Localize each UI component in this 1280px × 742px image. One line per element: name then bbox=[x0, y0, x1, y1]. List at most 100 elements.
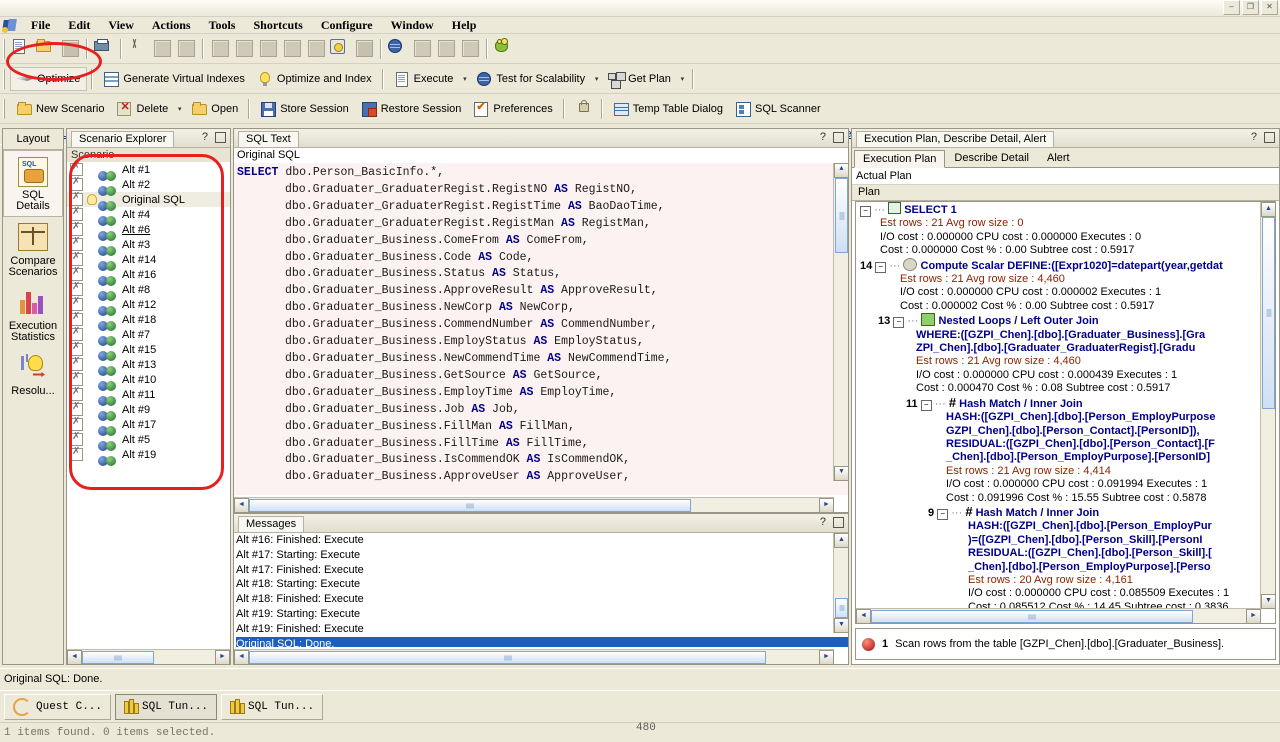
list-item[interactable]: Alt #17: Finished: Execute bbox=[236, 563, 848, 578]
session-toolbar-grip[interactable] bbox=[3, 98, 7, 119]
list-item[interactable]: Alt #16 bbox=[67, 266, 230, 286]
generate-virtual-indexes-button[interactable]: Generate Virtual Indexes bbox=[97, 68, 250, 90]
list-item[interactable]: Alt #7 bbox=[67, 326, 230, 346]
blank-button-4-icon[interactable] bbox=[281, 38, 303, 60]
list-item[interactable]: Alt #18 bbox=[67, 311, 230, 331]
list-item[interactable]: Alt #15 bbox=[67, 341, 230, 361]
minimize-button[interactable]: – bbox=[1223, 0, 1240, 15]
exclude-icon[interactable] bbox=[70, 431, 83, 446]
sidebar-item-sql-details[interactable]: SQL Details bbox=[3, 150, 63, 217]
list-item[interactable]: Alt #16: Finished: Execute bbox=[236, 533, 848, 548]
list-item[interactable]: Alt #8 bbox=[67, 281, 230, 301]
sql-scroll-left-button[interactable]: ◄ bbox=[234, 498, 249, 513]
exclude-icon[interactable] bbox=[70, 416, 83, 431]
sql-vertical-scrollbar[interactable]: ▲ ▼ bbox=[833, 163, 848, 481]
messages-help-icon[interactable]: ? bbox=[820, 516, 826, 528]
face-icon[interactable] bbox=[329, 38, 351, 60]
sidebar-item-compare-scenarios[interactable]: Compare Scenarios bbox=[3, 217, 63, 282]
menu-tools[interactable]: Tools bbox=[200, 17, 245, 34]
maximize-button[interactable]: ❐ bbox=[1242, 0, 1259, 15]
delete-dropdown-arrow-icon[interactable]: ▾ bbox=[174, 98, 185, 120]
scenario-help-icon[interactable]: ? bbox=[202, 131, 208, 143]
scenario-maximize-icon[interactable] bbox=[215, 131, 226, 143]
list-item[interactable]: Alt #5 bbox=[67, 431, 230, 451]
execute-dropdown-arrow-icon[interactable]: ▾ bbox=[459, 68, 470, 90]
scenario-scroll-right-button[interactable]: ► bbox=[215, 650, 230, 665]
menu-help[interactable]: Help bbox=[443, 17, 486, 34]
tab-execution-plan[interactable]: Execution Plan bbox=[854, 150, 946, 168]
list-item[interactable]: Alt #19 bbox=[67, 446, 230, 466]
list-item[interactable]: Alt #13 bbox=[67, 356, 230, 376]
exclude-icon[interactable] bbox=[70, 266, 83, 281]
get-plan-button[interactable]: Get Plan bbox=[602, 68, 677, 90]
blank-button-1-icon[interactable] bbox=[209, 38, 231, 60]
expand-collapse-icon[interactable]: − bbox=[937, 508, 949, 520]
messages-scroll-down-button[interactable]: ▼ bbox=[834, 618, 848, 633]
plan-node[interactable]: − ··· SELECT 1 bbox=[858, 202, 1261, 217]
globe-icon[interactable] bbox=[387, 38, 409, 60]
scenario-list[interactable]: Alt #1 Alt #2 Original SQL Alt #4 Alt #6… bbox=[67, 162, 230, 648]
plan-node[interactable]: 9 − ··· # Hash Match / Inner Join bbox=[858, 505, 1261, 520]
plan-scroll-left-button[interactable]: ◄ bbox=[856, 609, 871, 623]
open-document-icon[interactable] bbox=[35, 38, 57, 60]
taskbar-item-sql-tuning-1[interactable]: SQL Tun... bbox=[115, 694, 218, 720]
messages-list[interactable]: Alt #16: Finished: Execute Alt #17: Star… bbox=[234, 533, 848, 647]
stats-icon[interactable] bbox=[353, 38, 375, 60]
plan-node[interactable]: 13 − ··· Nested Loops / Left Outer Join bbox=[858, 313, 1261, 329]
list-item[interactable]: Alt #9 bbox=[67, 401, 230, 421]
list-item[interactable]: Alt #18: Finished: Execute bbox=[236, 592, 848, 607]
list-item[interactable]: Alt #18: Starting: Execute bbox=[236, 577, 848, 592]
plan-scroll-thumb[interactable] bbox=[1262, 217, 1275, 409]
close-button[interactable]: ✕ bbox=[1261, 0, 1278, 15]
list-item[interactable]: Alt #4 bbox=[67, 206, 230, 226]
scenario-horizontal-scrollbar[interactable]: ◄ ► bbox=[67, 649, 230, 665]
optimize-and-index-button[interactable]: Optimize and Index bbox=[251, 68, 378, 90]
test-for-scalability-button[interactable]: Test for Scalability bbox=[470, 68, 591, 90]
copy-icon[interactable] bbox=[151, 38, 173, 60]
action-toolbar-grip[interactable] bbox=[3, 68, 7, 89]
blank-button-8-icon[interactable] bbox=[459, 38, 481, 60]
exclude-icon[interactable] bbox=[70, 221, 83, 236]
list-item[interactable]: Alt #12 bbox=[67, 296, 230, 316]
list-item[interactable]: Alt #2 bbox=[67, 176, 230, 196]
plan-node[interactable]: 11 − ··· # Hash Match / Inner Join bbox=[858, 395, 1261, 411]
list-item[interactable]: Alt #19: Finished: Execute bbox=[236, 622, 848, 637]
plan-scroll-up-button[interactable]: ▲ bbox=[1261, 202, 1275, 217]
plan-hscroll-thumb[interactable] bbox=[871, 610, 1193, 623]
delete-button[interactable]: Delete bbox=[110, 98, 174, 120]
blank-button-5-icon[interactable] bbox=[305, 38, 327, 60]
sql-scroll-down-button[interactable]: ▼ bbox=[834, 466, 848, 481]
list-item[interactable]: Alt #6 bbox=[67, 221, 230, 241]
exclude-icon[interactable] bbox=[70, 401, 83, 416]
sql-scanner-button[interactable]: SQL Scanner bbox=[729, 98, 827, 120]
list-item[interactable]: Alt #17: Starting: Execute bbox=[236, 548, 848, 563]
exclude-icon[interactable] bbox=[70, 311, 83, 326]
expand-collapse-icon[interactable]: − bbox=[875, 261, 887, 273]
exclude-icon[interactable] bbox=[70, 191, 83, 206]
list-item[interactable]: Original SQL bbox=[67, 191, 230, 211]
new-scenario-button[interactable]: New Scenario bbox=[10, 98, 110, 120]
list-item-selected[interactable]: Original SQL: Done. bbox=[236, 636, 848, 647]
get-plan-dropdown-arrow-icon[interactable]: ▾ bbox=[677, 68, 688, 90]
plan-maximize-icon[interactable] bbox=[1264, 131, 1275, 143]
menu-file[interactable]: File bbox=[22, 17, 59, 34]
blank-button-6-icon[interactable] bbox=[411, 38, 433, 60]
plan-tree[interactable]: − ··· SELECT 1 Est rows : 21 Avg row siz… bbox=[856, 202, 1261, 609]
expand-collapse-icon[interactable]: − bbox=[893, 317, 905, 329]
exclude-icon[interactable] bbox=[70, 386, 83, 401]
messages-horizontal-scrollbar[interactable]: ◄ ► bbox=[234, 649, 834, 665]
frog-icon[interactable] bbox=[493, 38, 515, 60]
exclude-icon[interactable] bbox=[70, 326, 83, 341]
open-button[interactable]: Open bbox=[185, 98, 244, 120]
messages-scroll-up-button[interactable]: ▲ bbox=[834, 533, 848, 548]
sql-horizontal-scrollbar[interactable]: ◄ ► bbox=[234, 497, 834, 513]
lock-button[interactable] bbox=[569, 98, 597, 120]
paste-icon[interactable] bbox=[175, 38, 197, 60]
exclude-icon[interactable] bbox=[70, 281, 83, 296]
sidebar-item-resolution[interactable]: Resolu... bbox=[3, 347, 63, 401]
sql-help-icon[interactable]: ? bbox=[820, 131, 826, 143]
restore-session-button[interactable]: Restore Session bbox=[355, 98, 468, 120]
plan-vertical-scrollbar[interactable]: ▲ ▼ bbox=[1260, 202, 1275, 609]
scenario-scroll-left-button[interactable]: ◄ bbox=[67, 650, 82, 665]
sql-hscroll-thumb[interactable] bbox=[249, 499, 691, 512]
